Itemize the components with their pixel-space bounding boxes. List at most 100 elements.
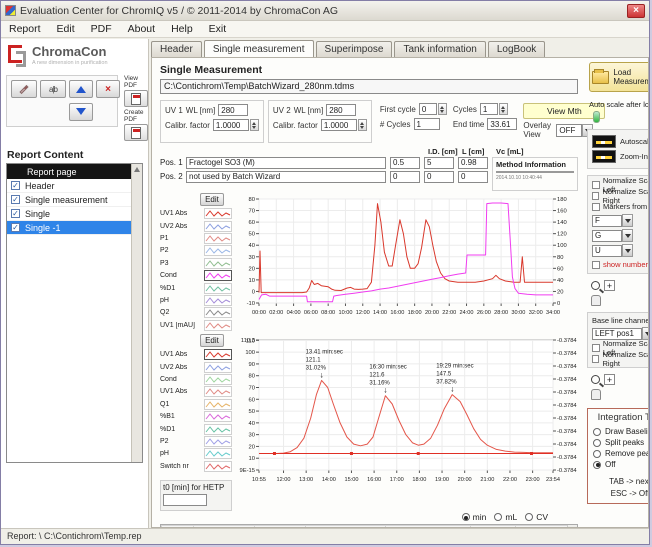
legend-item[interactable]: %D1 <box>160 423 239 435</box>
report-list-scrollbar[interactable] <box>131 164 142 462</box>
legend-item[interactable]: P2 <box>160 245 239 257</box>
integration-option-remove-peaks[interactable]: Remove peaks <box>593 448 649 459</box>
integration-option-draw-baseline[interactable]: Draw Baseline <box>593 426 649 437</box>
pan-hand-icon[interactable] <box>591 389 601 400</box>
chevron-down-icon[interactable] <box>622 214 633 227</box>
menu-pdf[interactable]: PDF <box>83 22 120 36</box>
marker-channel-dropdown[interactable]: G <box>592 229 649 242</box>
magnifier-icon[interactable] <box>591 281 600 290</box>
marker-channel-dropdown[interactable]: U <box>592 244 649 257</box>
close-button[interactable]: × <box>627 4 645 18</box>
legend-item[interactable]: pH <box>160 294 239 306</box>
legend-item[interactable]: P2 <box>160 435 239 447</box>
file-path-field[interactable]: C:\Contichrom\Temp\BatchWizard_280nm.tdm… <box>160 79 578 94</box>
report-list-item[interactable]: ✓Single -1 <box>7 221 131 235</box>
menu-about[interactable]: About <box>120 22 163 36</box>
load-measurement-button[interactable]: Load Measurement <box>589 62 649 92</box>
report-list-item[interactable]: ✓Header <box>7 179 131 193</box>
menu-exit[interactable]: Exit <box>201 22 235 36</box>
menu-help[interactable]: Help <box>163 22 201 36</box>
pos1-l-input[interactable]: 5 <box>424 157 454 169</box>
uv1-calibr-input[interactable]: 1.0000 <box>213 119 249 131</box>
pan-hand-icon[interactable] <box>591 295 601 306</box>
end-time-input[interactable]: 33.61 <box>487 118 517 130</box>
first-cycle-input[interactable]: 0 <box>419 103 437 115</box>
checkbox-icon[interactable]: ✓ <box>11 223 20 232</box>
delete-button[interactable]: × <box>96 80 120 98</box>
show-number-checkbox-row[interactable]: show number <box>592 259 649 270</box>
checkbox-icon[interactable] <box>592 344 600 352</box>
legend-item[interactable]: %B1 <box>160 410 239 422</box>
tab-superimpose[interactable]: Superimpose <box>316 41 393 57</box>
cycles-spinner[interactable] <box>499 103 508 115</box>
menu-report[interactable]: Report <box>1 22 49 36</box>
zoom-chart[interactable]: 10:5512:0013:0014:0015:0016:0017:0018:00… <box>239 334 578 484</box>
unit-radio-min[interactable] <box>462 513 470 521</box>
t0-hetp-input[interactable] <box>163 494 207 506</box>
magnifier-icon[interactable] <box>591 375 600 384</box>
uv2-calibr-spinner[interactable] <box>358 119 367 131</box>
chart2-edit-button[interactable]: Edit <box>200 334 224 347</box>
create-pdf-button[interactable] <box>124 124 148 141</box>
uv2-calibr-input[interactable]: 1.0000 <box>321 119 357 131</box>
legend-item[interactable]: Cond <box>160 270 239 282</box>
autoscale-button[interactable]: Autoscale <box>592 135 649 148</box>
legend-item[interactable]: P1 <box>160 232 239 244</box>
report-list-item[interactable]: ✓Single <box>7 207 131 221</box>
autoscale-led-indicator[interactable] <box>593 111 600 123</box>
checkbox-icon[interactable] <box>592 181 600 189</box>
pos1-column-input[interactable]: Fractogel SO3 (M) <box>186 157 386 169</box>
legend-item[interactable]: UV2 Abs <box>160 361 239 373</box>
unit-radio-ml[interactable] <box>494 513 502 521</box>
legend-item[interactable]: Q1 <box>160 398 239 410</box>
checkbox-icon[interactable] <box>592 261 600 269</box>
pos2-column-input[interactable]: not used by Batch Wizard <box>186 171 386 183</box>
move-down-button[interactable] <box>69 103 93 121</box>
pos2-vc-input[interactable]: 0 <box>458 171 488 183</box>
legend-item[interactable]: Q2 <box>160 307 239 319</box>
legend-item[interactable]: %D1 <box>160 282 239 294</box>
tab-tank-information[interactable]: Tank information <box>394 41 485 57</box>
menu-edit[interactable]: Edit <box>49 22 83 36</box>
checkbox-icon[interactable] <box>592 203 600 211</box>
uv1-wl-input[interactable]: 280 <box>218 104 248 116</box>
report-list-item[interactable]: ✓Single measurement <box>7 193 131 207</box>
checkbox-row[interactable]: Normalize Scale Right <box>592 353 649 364</box>
checkbox-icon[interactable] <box>592 192 599 200</box>
zoom-plus-button[interactable]: + <box>604 280 615 291</box>
move-up-button[interactable] <box>69 80 93 98</box>
cycles-input[interactable]: 1 <box>480 103 498 115</box>
zoom-plus-button[interactable]: + <box>604 374 615 385</box>
overlay-view-value[interactable]: OFF <box>556 124 582 137</box>
rename-button[interactable]: a|b <box>40 80 66 98</box>
pos2-id-input[interactable]: 0 <box>390 171 420 183</box>
unit-radio-cv[interactable] <box>525 513 533 521</box>
legend-item[interactable]: UV1 Abs <box>160 349 239 361</box>
legend-item[interactable]: UV2 Abs <box>160 220 239 232</box>
first-cycle-spinner[interactable] <box>438 103 447 115</box>
checkbox-row[interactable]: Markers from <box>592 201 649 212</box>
tab-header[interactable]: Header <box>151 41 202 57</box>
legend-item[interactable]: P3 <box>160 257 239 269</box>
overview-chart[interactable]: 00:0002:0004:0006:0008:0010:0012:0014:00… <box>239 193 578 317</box>
legend-item[interactable]: UV1 Abs <box>160 386 239 398</box>
marker-channel-dropdown[interactable]: F <box>592 214 649 227</box>
chevron-down-icon[interactable] <box>622 229 633 242</box>
checkbox-icon[interactable] <box>592 355 599 363</box>
checkbox-icon[interactable]: ✓ <box>11 181 20 190</box>
uv1-calibr-spinner[interactable] <box>250 119 259 131</box>
checkbox-row[interactable]: Normalize Scale Right <box>592 190 649 201</box>
view-pdf-button[interactable] <box>124 90 148 107</box>
integration-option-split-peaks[interactable]: Split peaks <box>593 437 649 448</box>
integration-option-off[interactable]: Off <box>593 459 649 470</box>
legend-item[interactable]: Switch nr <box>160 460 239 472</box>
uv2-wl-input[interactable]: 280 <box>326 104 356 116</box>
pos2-l-input[interactable]: 0 <box>424 171 454 183</box>
num-cycles-input[interactable]: 1 <box>414 118 440 130</box>
checkbox-icon[interactable]: ✓ <box>11 209 20 218</box>
legend-item[interactable]: UV1 Abs <box>160 208 239 220</box>
zoom-in-button[interactable]: Zoom-In <box>592 150 649 163</box>
pos1-id-input[interactable]: 0.5 <box>390 157 420 169</box>
legend-item[interactable]: pH <box>160 448 239 460</box>
chevron-down-icon[interactable] <box>622 244 633 257</box>
